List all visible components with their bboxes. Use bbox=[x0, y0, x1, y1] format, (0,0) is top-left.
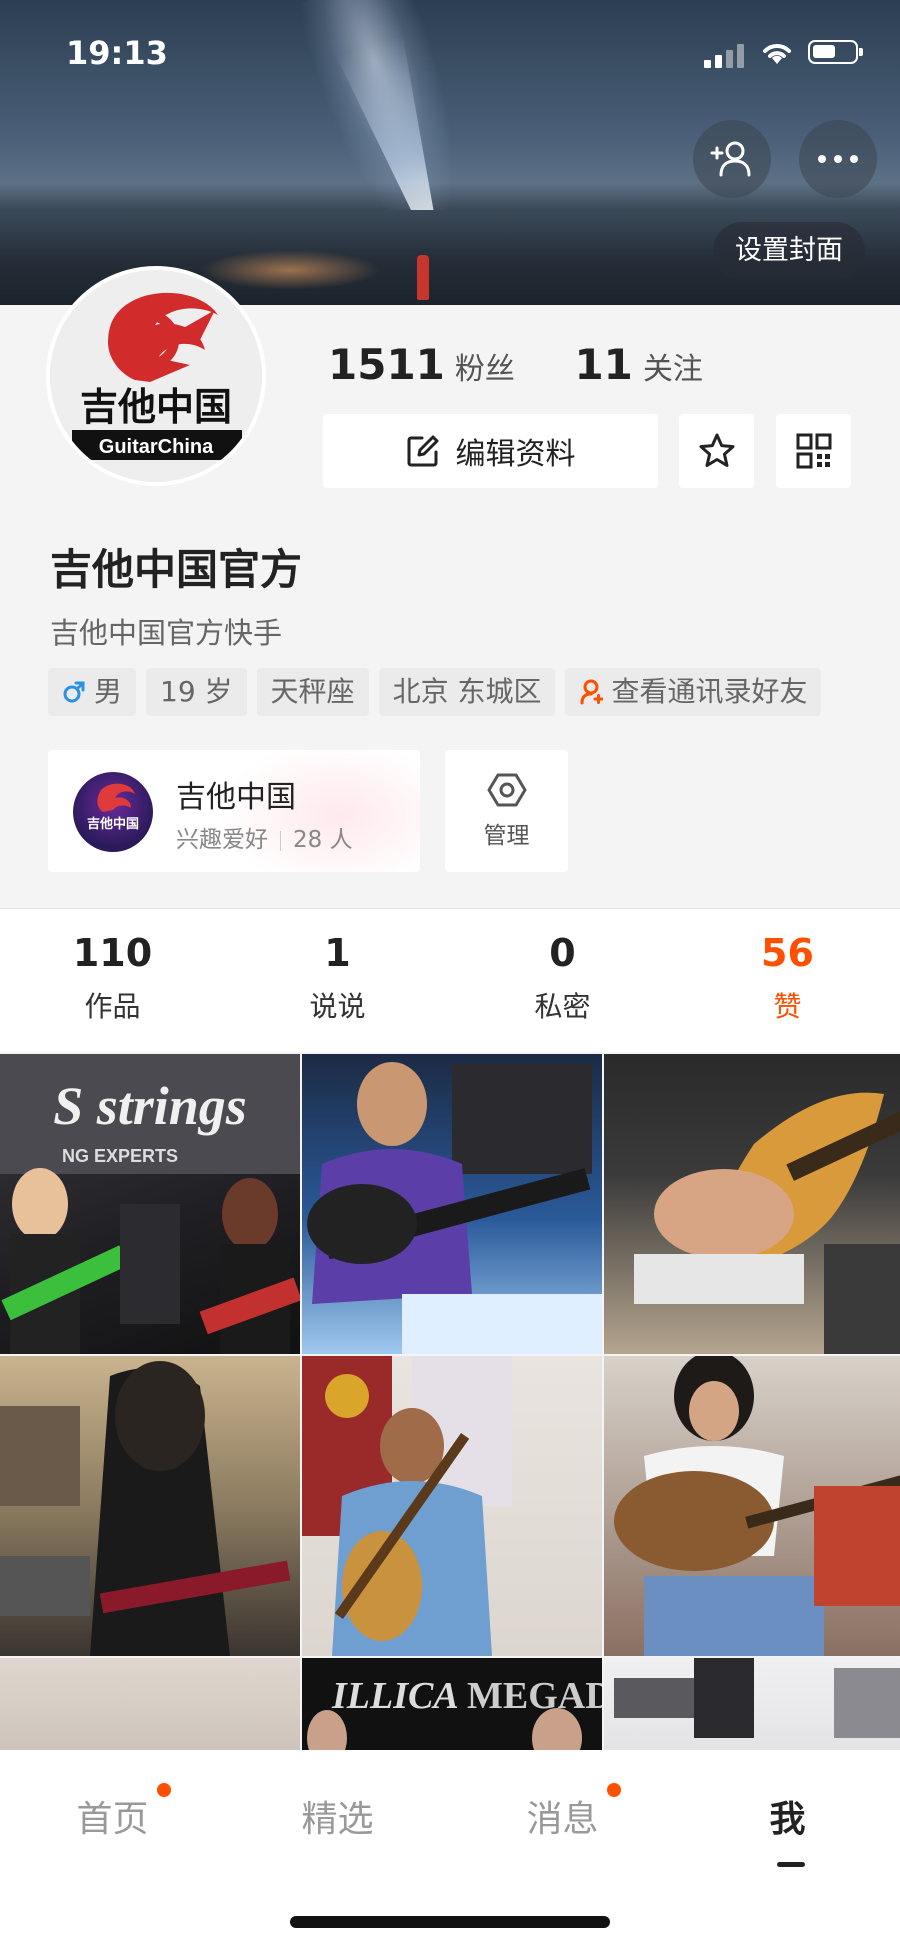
thumbnail-art bbox=[614, 1356, 900, 1656]
follow-label: 关注 bbox=[642, 352, 703, 387]
group-name: 吉他中国 bbox=[176, 780, 296, 815]
tab-likes[interactable]: 56 赞 bbox=[675, 909, 900, 1025]
status-time: 19:13 bbox=[66, 34, 168, 72]
profile-name: 吉他中国官方 bbox=[50, 545, 303, 594]
video-thumbnail[interactable] bbox=[302, 1054, 602, 1354]
group-logo-art: 吉他中国 bbox=[87, 783, 139, 831]
edit-icon bbox=[407, 435, 438, 467]
contacts-friends-tag[interactable]: 查看通讯录好友 bbox=[565, 668, 822, 716]
sunset-glow bbox=[200, 250, 380, 290]
gender-label: 男 bbox=[94, 675, 123, 708]
qr-code-icon bbox=[796, 433, 831, 469]
tab-private-count: 0 bbox=[549, 931, 576, 975]
contacts-icon bbox=[580, 679, 604, 705]
manage-button[interactable]: 管理 bbox=[445, 750, 568, 872]
video-thumbnail[interactable]: ILLICA MEGAD bbox=[302, 1658, 602, 1754]
more-dots-icon bbox=[818, 155, 858, 163]
avatar[interactable]: 吉他中国 GuitarChina bbox=[46, 266, 266, 486]
follow-stat[interactable]: 11 关注 bbox=[574, 340, 702, 389]
bottom-navigation: 首页 精选 消息 我 bbox=[0, 1750, 900, 1949]
video-thumbnail[interactable] bbox=[0, 1356, 300, 1656]
video-thumbnail[interactable] bbox=[302, 1356, 602, 1656]
contacts-label: 查看通讯录好友 bbox=[611, 675, 808, 708]
group-logo: 吉他中国 bbox=[73, 772, 153, 852]
tab-works-count: 110 bbox=[72, 931, 153, 975]
thumbnail-art bbox=[307, 1062, 602, 1354]
follow-count: 11 bbox=[574, 340, 633, 389]
battery-icon bbox=[808, 40, 863, 64]
tab-private[interactable]: 0 私密 bbox=[450, 909, 675, 1025]
avatar-text: 吉他中国 bbox=[80, 387, 232, 429]
video-grid: S strings NG EXPERTS ILLICA MEGAD bbox=[0, 1054, 900, 1754]
tab-private-label: 私密 bbox=[534, 990, 591, 1023]
video-thumbnail[interactable] bbox=[0, 1658, 300, 1754]
home-indicator bbox=[290, 1916, 610, 1928]
content-tabs: 110 作品 1 说说 0 私密 56 赞 bbox=[0, 909, 900, 1052]
fans-stat[interactable]: 1511 粉丝 bbox=[328, 340, 515, 389]
qr-code-button[interactable] bbox=[776, 414, 851, 488]
nav-home[interactable]: 首页 bbox=[0, 1790, 225, 1842]
location-tag: 北京 东城区 bbox=[378, 668, 556, 716]
tab-works-label: 作品 bbox=[84, 990, 141, 1023]
home-badge-dot bbox=[157, 1783, 171, 1797]
follow-stats: 1511 粉丝 11 关注 bbox=[328, 340, 753, 389]
wifi-icon bbox=[763, 44, 791, 64]
manage-label: 管理 bbox=[483, 823, 530, 849]
thumbnail-banner-text: S strings bbox=[53, 1076, 247, 1136]
thumbnail-art bbox=[302, 1356, 512, 1656]
person-silhouette bbox=[417, 255, 429, 300]
status-bar: 19:13 bbox=[0, 0, 900, 110]
video-thumbnail[interactable]: S strings NG EXPERTS bbox=[0, 1054, 300, 1354]
thumbnail-banner-subtext: NG EXPERTS bbox=[62, 1146, 178, 1166]
add-friend-button[interactable] bbox=[693, 120, 771, 198]
group-meta: 兴趣爱好 28 人 bbox=[176, 820, 353, 854]
more-button[interactable] bbox=[799, 120, 877, 198]
video-thumbnail[interactable] bbox=[604, 1054, 900, 1354]
male-icon bbox=[63, 681, 85, 703]
set-cover-button[interactable]: 设置封面 bbox=[713, 222, 865, 280]
group-members: 28 人 bbox=[293, 827, 353, 853]
thumbnail-art bbox=[614, 1658, 900, 1738]
tab-moments[interactable]: 1 说说 bbox=[225, 909, 450, 1025]
settings-hex-icon bbox=[487, 773, 526, 807]
avatar-subtext: GuitarChina bbox=[99, 436, 214, 458]
fans-label: 粉丝 bbox=[454, 352, 515, 387]
thumbnail-art bbox=[0, 1361, 291, 1656]
active-tab-indicator bbox=[777, 1862, 805, 1867]
thumbnail-metallica-text: ILLICA bbox=[331, 1675, 459, 1717]
tab-likes-count: 56 bbox=[761, 931, 814, 975]
group-category: 兴趣爱好 bbox=[176, 827, 268, 853]
profile-tags: 男 19 岁 天秤座 北京 东城区 查看通讯录好友 bbox=[48, 668, 822, 716]
add-user-icon bbox=[710, 141, 751, 177]
age-tag: 19 岁 bbox=[146, 668, 247, 716]
thumbnail-art bbox=[634, 1092, 900, 1354]
nav-me[interactable]: 我 bbox=[675, 1790, 900, 1842]
gender-tag: 男 bbox=[48, 668, 137, 716]
fans-count: 1511 bbox=[328, 340, 445, 389]
messages-badge-dot bbox=[607, 1783, 621, 1797]
edit-profile-button[interactable]: 编辑资料 bbox=[323, 414, 658, 488]
profile-bio: 吉他中国官方快手 bbox=[50, 616, 283, 650]
group-card[interactable]: 吉他中国 吉他中国 兴趣爱好 28 人 bbox=[48, 750, 420, 872]
video-thumbnail[interactable] bbox=[604, 1658, 900, 1754]
favorite-button[interactable] bbox=[679, 414, 754, 488]
tab-moments-count: 1 bbox=[324, 931, 351, 975]
guitar-china-logo: 吉他中国 GuitarChina bbox=[72, 292, 242, 460]
nav-messages[interactable]: 消息 bbox=[450, 1790, 675, 1842]
zodiac-tag: 天秤座 bbox=[256, 668, 369, 716]
thumbnail-art: S strings NG EXPERTS bbox=[0, 1054, 300, 1354]
edit-profile-label: 编辑资料 bbox=[455, 437, 576, 472]
video-thumbnail[interactable] bbox=[604, 1356, 900, 1656]
signal-icon bbox=[704, 44, 748, 68]
tab-likes-label: 赞 bbox=[773, 990, 802, 1023]
thumbnail-art: ILLICA MEGAD bbox=[307, 1675, 602, 1754]
nav-featured[interactable]: 精选 bbox=[225, 1790, 450, 1842]
group-logo-text: 吉他中国 bbox=[87, 816, 139, 831]
tab-moments-label: 说说 bbox=[309, 990, 366, 1023]
tab-works[interactable]: 110 作品 bbox=[0, 909, 225, 1025]
star-icon bbox=[699, 433, 734, 467]
thumbnail-megadeth-text: MEGAD bbox=[467, 1675, 602, 1717]
